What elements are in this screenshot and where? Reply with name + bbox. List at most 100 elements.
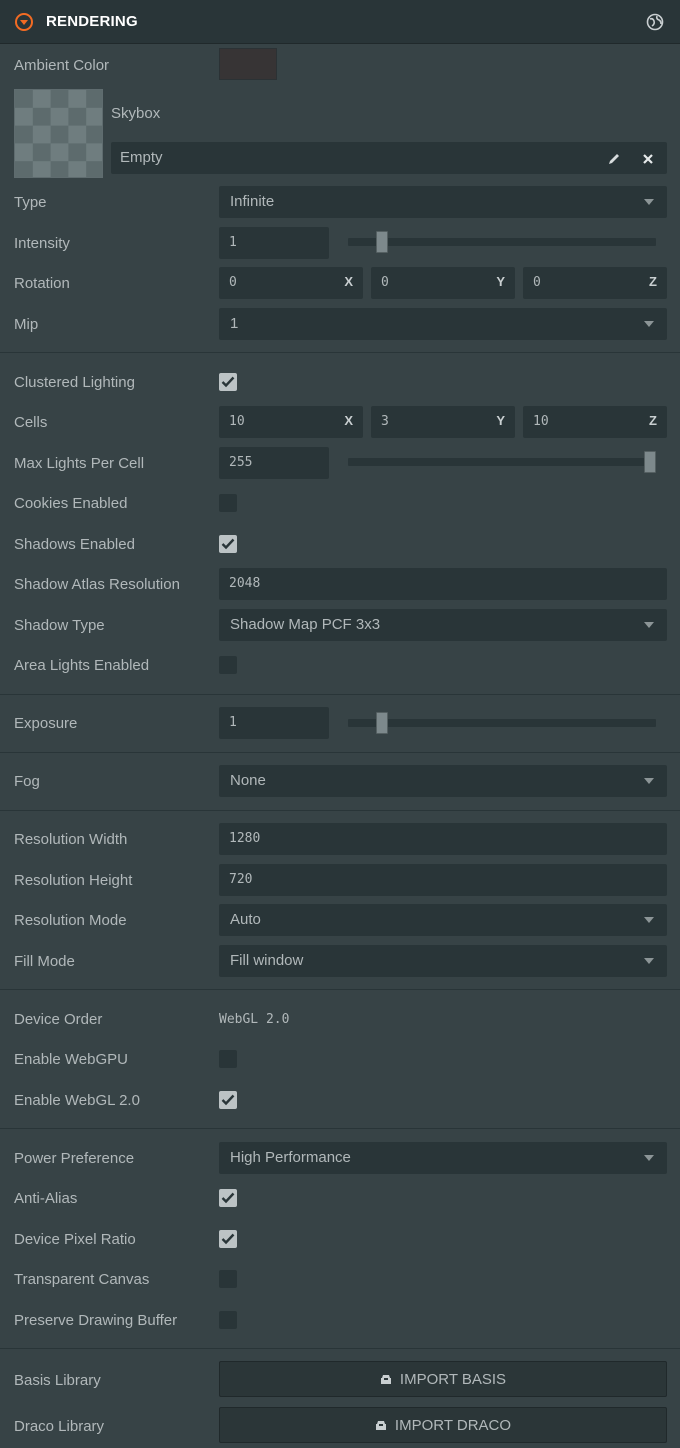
max-lights-input[interactable]: 255 <box>219 447 329 479</box>
cells-y-input[interactable]: 3 Y <box>371 406 515 438</box>
rotation-z-value: 0 <box>533 275 541 290</box>
max-lights-label: Max Lights Per Cell <box>14 455 145 472</box>
resolution-width-label: Resolution Width <box>14 831 128 848</box>
cells-z-input[interactable]: 10 Z <box>523 406 667 438</box>
rotation-z-input[interactable]: 0 Z <box>523 267 667 299</box>
device-pixel-ratio-label: Device Pixel Ratio <box>14 1231 136 1248</box>
cookies-enabled-checkbox[interactable] <box>219 494 237 512</box>
resolution-width-value: 1280 <box>229 831 261 846</box>
type-value: Infinite <box>230 193 275 210</box>
axis-y-label: Y <box>496 274 505 289</box>
skybox-thumbnail[interactable] <box>14 89 103 178</box>
enable-webgl2-label: Enable WebGL 2.0 <box>14 1092 140 1109</box>
type-label: Type <box>14 194 47 211</box>
chevron-down-icon <box>644 199 654 205</box>
ambient-color-label: Ambient Color <box>14 57 110 74</box>
axis-z-label: Z <box>649 274 657 289</box>
checkerboard-image <box>15 90 102 177</box>
section-divider <box>0 1348 680 1349</box>
cells-label: Cells <box>14 414 48 431</box>
section-divider <box>0 810 680 811</box>
axis-x-label: X <box>344 413 353 428</box>
shadow-atlas-value: 2048 <box>229 576 261 591</box>
collapse-arrow-icon[interactable] <box>14 12 34 32</box>
cells-x-input[interactable]: 10 X <box>219 406 363 438</box>
checkmark-icon <box>221 1192 235 1204</box>
fog-label: Fog <box>14 773 40 790</box>
intensity-slider[interactable] <box>348 238 656 246</box>
exposure-slider-handle[interactable] <box>376 712 388 734</box>
chevron-down-icon <box>644 622 654 628</box>
area-lights-checkbox[interactable] <box>219 656 237 674</box>
intensity-input[interactable]: 1 <box>219 227 329 259</box>
fog-dropdown[interactable]: None <box>219 765 667 797</box>
anti-alias-checkbox[interactable] <box>219 1189 237 1207</box>
cells-y-value: 3 <box>381 414 389 429</box>
close-icon[interactable] <box>642 153 654 165</box>
preserve-drawing-buffer-checkbox[interactable] <box>219 1311 237 1329</box>
pencil-icon[interactable] <box>607 152 621 166</box>
shadow-atlas-label: Shadow Atlas Resolution <box>14 576 180 593</box>
shadow-type-dropdown[interactable]: Shadow Map PCF 3x3 <box>219 609 667 641</box>
resolution-width-input[interactable]: 1280 <box>219 823 667 855</box>
resolution-mode-dropdown[interactable]: Auto <box>219 904 667 936</box>
basis-library-label: Basis Library <box>14 1372 101 1389</box>
resolution-height-input[interactable]: 720 <box>219 864 667 896</box>
rotation-y-input[interactable]: 0 Y <box>371 267 515 299</box>
power-preference-label: Power Preference <box>14 1150 135 1167</box>
intensity-slider-handle[interactable] <box>376 231 388 253</box>
rotation-x-value: 0 <box>229 275 237 290</box>
power-preference-value: High Performance <box>230 1149 351 1166</box>
shadows-enabled-checkbox[interactable] <box>219 535 237 553</box>
type-dropdown[interactable]: Infinite <box>219 186 667 218</box>
section-divider <box>0 1128 680 1129</box>
mip-value: 1 <box>230 315 239 332</box>
clustered-lighting-checkbox[interactable] <box>219 373 237 391</box>
resolution-height-label: Resolution Height <box>14 872 133 889</box>
fill-mode-label: Fill Mode <box>14 953 75 970</box>
transparent-canvas-checkbox[interactable] <box>219 1270 237 1288</box>
exposure-value: 1 <box>229 715 237 730</box>
import-draco-label: IMPORT DRACO <box>394 1417 512 1434</box>
intensity-label: Intensity <box>14 235 70 252</box>
axis-x-label: X <box>344 274 353 289</box>
clustered-lighting-label: Clustered Lighting <box>14 374 135 391</box>
import-basis-button[interactable]: IMPORT BASIS <box>219 1361 667 1397</box>
panel-title: RENDERING <box>46 13 138 30</box>
rotation-y-value: 0 <box>381 275 389 290</box>
rotation-x-input[interactable]: 0 X <box>219 267 363 299</box>
import-basis-label: IMPORT BASIS <box>399 1371 507 1388</box>
checkmark-icon <box>221 376 235 388</box>
chevron-down-icon <box>644 1155 654 1161</box>
mip-label: Mip <box>14 316 39 333</box>
skybox-value: Empty <box>120 149 163 166</box>
axis-y-label: Y <box>496 413 505 428</box>
resolution-mode-label: Resolution Mode <box>14 912 127 929</box>
fill-mode-dropdown[interactable]: Fill window <box>219 945 667 977</box>
ambient-color-swatch[interactable] <box>219 48 277 80</box>
panel-header[interactable]: RENDERING <box>0 0 680 44</box>
mip-dropdown[interactable]: 1 <box>219 308 667 340</box>
checkmark-icon <box>221 1094 235 1106</box>
rotation-label: Rotation <box>14 275 70 292</box>
section-divider <box>0 752 680 753</box>
exposure-slider[interactable] <box>348 719 656 727</box>
chevron-down-icon <box>644 778 654 784</box>
rendering-panel: RENDERING Ambient Color Skybox Empty Typ… <box>0 0 680 1448</box>
shadow-type-label: Shadow Type <box>14 617 105 634</box>
resolution-mode-value: Auto <box>230 911 261 928</box>
cookies-enabled-label: Cookies Enabled <box>14 495 128 512</box>
exposure-input[interactable]: 1 <box>219 707 329 739</box>
checkmark-icon <box>221 1233 235 1245</box>
skybox-asset-field[interactable]: Empty <box>111 142 667 174</box>
globe-icon[interactable] <box>646 13 664 31</box>
enable-webgpu-checkbox[interactable] <box>219 1050 237 1068</box>
shadow-atlas-input[interactable]: 2048 <box>219 568 667 600</box>
enable-webgl2-checkbox[interactable] <box>219 1091 237 1109</box>
device-pixel-ratio-checkbox[interactable] <box>219 1230 237 1248</box>
power-preference-dropdown[interactable]: High Performance <box>219 1142 667 1174</box>
max-lights-slider[interactable] <box>348 458 656 466</box>
axis-z-label: Z <box>649 413 657 428</box>
import-draco-button[interactable]: IMPORT DRACO <box>219 1407 667 1443</box>
max-lights-slider-handle[interactable] <box>644 451 656 473</box>
